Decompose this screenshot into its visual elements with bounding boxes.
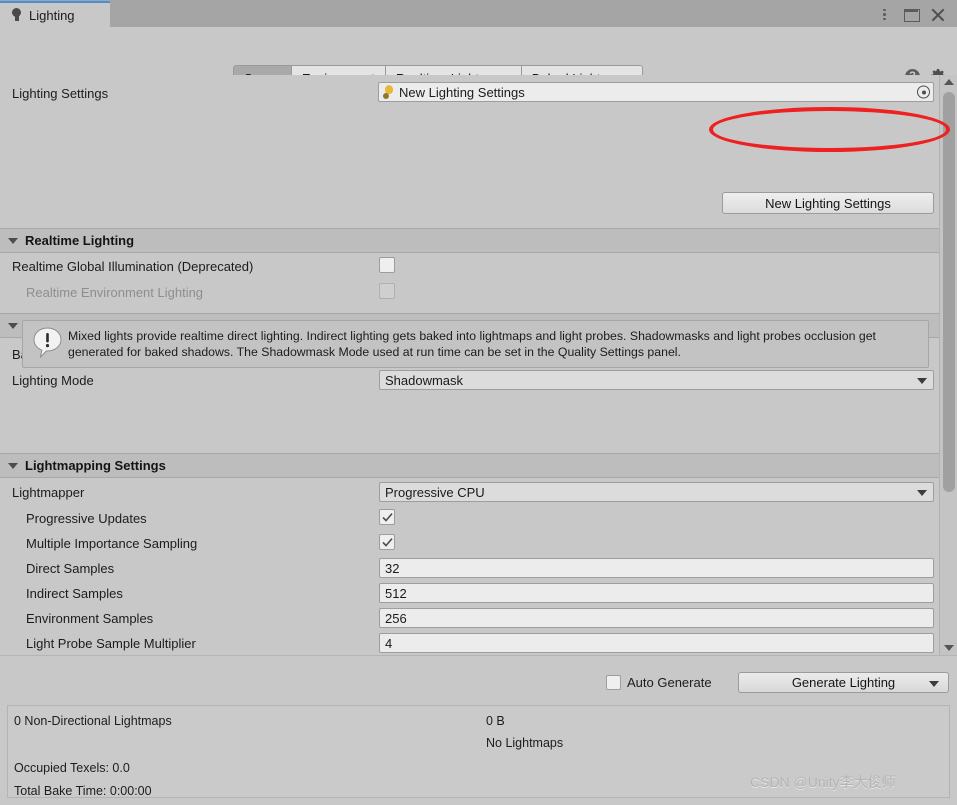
info-warning-icon — [31, 326, 64, 362]
status-occupied-texels: Occupied Texels: 0.0 — [14, 761, 130, 775]
row-realtime-environment-lighting-label: Realtime Environment Lighting — [26, 285, 204, 300]
window-tab-lighting[interactable]: Lighting — [0, 1, 110, 27]
lighting-settings-asset-value: New Lighting Settings — [399, 84, 525, 100]
window-titlebar: Lighting — [0, 0, 957, 27]
input-indirect-samples-value: 512 — [385, 585, 407, 601]
check-mark-icon — [381, 537, 393, 548]
row-light-probe-sample-multiplier: Light Probe Sample Multiplier 4 — [0, 632, 939, 655]
lighting-settings-label: Lighting Settings — [12, 86, 109, 101]
mixed-lighting-help-box: Mixed lights provide realtime direct lig… — [22, 320, 929, 368]
lighting-window: Lighting Scene Environment Realtime Ligh… — [0, 0, 957, 805]
dropdown-lightmapper[interactable]: Progressive CPU — [379, 482, 934, 502]
row-environment-samples: Environment Samples 256 — [0, 607, 939, 632]
status-no-lightmaps: No Lightmaps — [486, 736, 564, 750]
checkbox-multiple-importance-sampling[interactable] — [379, 534, 395, 550]
row-progressive-updates: Progressive Updates — [0, 507, 939, 532]
section-header-realtime-lighting[interactable]: Realtime Lighting — [0, 228, 939, 253]
foldout-arrow-icon — [8, 462, 18, 469]
lighting-settings-object-field[interactable]: New Lighting Settings — [378, 82, 934, 102]
checkbox-realtime-gi[interactable] — [379, 257, 395, 273]
window-tabstrip: Lighting — [0, 0, 110, 27]
row-lighting-mode-label: Lighting Mode — [12, 373, 94, 388]
row-realtime-environment-lighting: Realtime Environment Lighting — [0, 281, 939, 306]
checkbox-auto-generate[interactable] — [606, 675, 621, 690]
window-controls — [877, 0, 957, 27]
section-title-lightmapping-settings: Lightmapping Settings — [25, 458, 166, 473]
input-environment-samples-value: 256 — [385, 610, 407, 626]
input-light-probe-sample-multiplier[interactable]: 4 — [379, 633, 934, 653]
row-realtime-gi-label: Realtime Global Illumination (Deprecated… — [12, 259, 254, 274]
row-multiple-importance-sampling-label: Multiple Importance Sampling — [26, 536, 198, 551]
scrollbar-thumb[interactable] — [943, 92, 955, 492]
watermark: CSDN @Unity李大俊师 — [750, 774, 896, 790]
generate-lighting-button[interactable]: Generate Lighting — [738, 672, 949, 693]
dropdown-lighting-mode-value: Shadowmask — [385, 372, 464, 388]
row-indirect-samples-label: Indirect Samples — [26, 586, 123, 601]
input-direct-samples[interactable]: 32 — [379, 558, 934, 578]
status-total-bake-time: Total Bake Time: 0:00:00 — [14, 784, 152, 798]
input-environment-samples[interactable]: 256 — [379, 608, 934, 628]
row-indirect-samples: Indirect Samples 512 — [0, 582, 939, 607]
chevron-down-icon[interactable] — [929, 680, 939, 687]
lighting-settings-asset-icon — [383, 85, 397, 99]
checkbox-progressive-updates[interactable] — [379, 509, 395, 525]
input-direct-samples-value: 32 — [385, 560, 400, 576]
new-lighting-settings-button[interactable]: New Lighting Settings — [722, 192, 934, 214]
kebab-menu-icon[interactable] — [877, 6, 891, 22]
status-lightmaps-count: 0 Non-Directional Lightmaps — [14, 714, 172, 728]
row-realtime-gi: Realtime Global Illumination (Deprecated… — [0, 255, 939, 280]
lighting-content: Lighting Settings New Lighting Settings … — [0, 75, 939, 655]
section-header-lightmapping-settings[interactable]: Lightmapping Settings — [0, 453, 939, 478]
mixed-lighting-help-text: Mixed lights provide realtime direct lig… — [68, 329, 876, 359]
auto-generate-label: Auto Generate — [627, 675, 712, 690]
row-multiple-importance-sampling: Multiple Importance Sampling — [0, 532, 939, 557]
chevron-down-icon — [917, 378, 927, 384]
object-picker-icon[interactable] — [917, 85, 930, 99]
checkbox-realtime-environment-lighting — [379, 283, 395, 299]
generate-lighting-button-label: Generate Lighting — [791, 675, 896, 690]
input-indirect-samples[interactable]: 512 — [379, 583, 934, 603]
dropdown-lighting-mode[interactable]: Shadowmask — [379, 370, 934, 390]
window-tab-label: Lighting — [29, 7, 75, 23]
scroll-down-icon[interactable] — [940, 641, 957, 655]
lighting-settings-row: Lighting Settings New Lighting Settings — [0, 82, 939, 114]
input-light-probe-sample-multiplier-value: 4 — [385, 635, 393, 651]
lightbulb-icon — [10, 8, 23, 22]
row-light-probe-sample-multiplier-label: Light Probe Sample Multiplier — [26, 636, 196, 651]
row-lighting-mode: Lighting Mode Shadowmask — [0, 369, 939, 394]
section-title-realtime-lighting: Realtime Lighting — [25, 233, 135, 248]
close-icon[interactable] — [931, 6, 945, 22]
chevron-down-icon — [917, 490, 927, 496]
check-mark-icon — [381, 512, 393, 523]
foldout-arrow-icon — [8, 237, 18, 244]
scroll-up-icon[interactable] — [940, 75, 957, 89]
row-lightmapper: Lightmapper Progressive CPU — [0, 481, 939, 506]
row-progressive-updates-label: Progressive Updates — [26, 511, 147, 526]
lighting-toolbar: Scene Environment Realtime Lightmaps Bak… — [0, 27, 957, 91]
foldout-arrow-icon — [8, 322, 18, 329]
status-lightmaps-size: 0 B — [486, 714, 505, 728]
row-direct-samples: Direct Samples 32 — [0, 557, 939, 582]
dropdown-lightmapper-value: Progressive CPU — [385, 484, 485, 500]
row-lightmapper-label: Lightmapper — [12, 485, 85, 500]
row-direct-samples-label: Direct Samples — [26, 561, 115, 576]
row-environment-samples-label: Environment Samples — [26, 611, 154, 626]
maximize-icon[interactable] — [904, 6, 920, 22]
content-scrollbar[interactable] — [939, 75, 957, 655]
new-lighting-settings-button-label: New Lighting Settings — [765, 195, 891, 211]
